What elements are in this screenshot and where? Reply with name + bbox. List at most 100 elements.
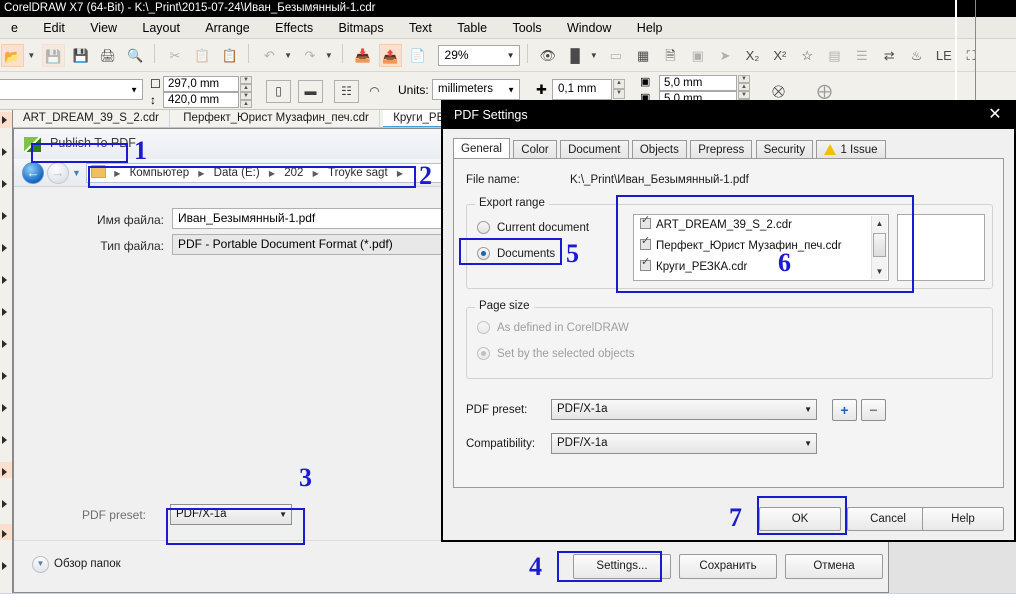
crop-icon[interactable]: ⛶ [960,44,983,67]
save-button[interactable]: Сохранить [679,554,777,579]
portrait-orientation-button[interactable]: ▯ [266,80,291,103]
nudge-spinner[interactable]: ▲ ▼ [613,79,625,99]
spin-down-icon[interactable]: ▼ [738,75,750,83]
duplicate-x-input[interactable]: 5,0 mm [659,75,737,91]
chevron-down-icon[interactable]: ▼ [507,46,515,65]
copy-icon[interactable]: 📋 [191,44,214,67]
document-tab-perfekt[interactable]: Перфект_Юрист Музафин_печ.cdr [173,110,380,127]
polygon-tool-icon[interactable] [2,372,7,380]
star-icon[interactable]: ☆ [796,44,819,67]
spin-up-icon[interactable]: ▲ [240,100,252,108]
add-preset-button[interactable]: + [832,399,857,421]
swap-icon[interactable]: ⇄ [878,44,901,67]
page-width-spinner[interactable]: ▼ ▲ [240,76,252,92]
print-icon[interactable]: 🖨 [96,44,119,67]
smart-fill-tool-icon[interactable] [2,276,7,284]
all-pages-button[interactable]: ☷ [334,80,359,103]
list-item[interactable]: Перфект_Юрист Музафин_печ.cdr [634,236,888,257]
blend-tool-icon[interactable] [2,468,7,476]
menu-item-window[interactable]: Window [556,17,622,38]
palette-dropdown-icon[interactable]: ▼ [590,44,600,67]
menu-item-tools[interactable]: Tools [501,17,552,38]
radio-as-defined-in-coreldraw[interactable] [477,321,490,334]
spin-up-icon[interactable]: ▲ [613,79,625,89]
export-icon[interactable]: 📤 [378,44,402,67]
subscript-icon[interactable]: X₂ [741,44,764,67]
chevron-down-icon[interactable]: ▼ [130,85,138,94]
help-button[interactable]: Help [922,507,1004,531]
compatibility-combo[interactable]: PDF/X-1a ▼ [551,433,817,454]
menu-item-table[interactable]: Table [446,17,498,38]
page-height-spinner[interactable]: ▼ ▲ [240,92,252,108]
nudge-input[interactable]: 0,1 mm [552,79,612,100]
pdf-preset-combo-publish[interactable]: PDF/X-1a ▼ [170,504,292,525]
publish-to-pdf-icon[interactable]: 📄 [406,44,429,67]
superscript-icon[interactable]: X² [768,44,791,67]
forward-icon[interactable]: → [47,162,69,184]
spin-down-icon[interactable]: ▼ [738,91,750,99]
radio-current-document[interactable] [477,221,490,234]
pdf-cancel-button[interactable]: Cancel [847,507,929,531]
parallel-dimension-tool-icon[interactable] [2,436,7,444]
spin-down-icon[interactable]: ▼ [240,76,252,84]
current-page-button[interactable]: ◠ [362,80,387,103]
redo-dropdown-icon[interactable]: ▼ [325,44,335,67]
breadcrumb-item-computer[interactable]: Компьютер [127,164,193,182]
page-width-input[interactable]: 297,0 mm [163,76,239,92]
print-preview-icon[interactable]: 🔍 [124,44,147,67]
radio-documents[interactable] [477,247,490,260]
browse-folders-label[interactable]: Обзор папок [54,558,121,570]
import-icon[interactable]: 📥 [352,44,375,67]
zoom-tool-icon[interactable] [2,212,7,220]
undo-icon[interactable]: ↶ [258,44,281,67]
cut-icon[interactable]: ✂ [163,44,186,67]
chevron-down-icon[interactable]: ▼ [804,434,812,453]
menu-item-layout[interactable]: Layout [131,17,191,38]
recent-locations-icon[interactable]: ▼ [72,168,81,178]
breadcrumb-item-data[interactable]: Data (E:) [211,164,263,182]
ok-button[interactable]: OK [759,507,841,531]
connector-icon[interactable]: ♨ [905,44,928,67]
save-icon[interactable]: 💾 [41,44,65,67]
open-icon[interactable]: 📂 [1,44,24,67]
menu-item-file[interactable]: e [0,17,29,38]
spin-up-icon[interactable]: ▲ [738,83,750,91]
documents-list[interactable]: ART_DREAM_39_S_2.cdr Перфект_Юрист Музаф… [633,214,889,281]
breadcrumb-item-202[interactable]: 202 [281,164,306,182]
page-height-input[interactable]: 420,0 mm [163,92,239,108]
units-combo[interactable]: millimeters ▼ [432,79,520,100]
snap-to-icon[interactable]: ▦ [632,44,655,67]
page-preset-combo[interactable]: ▼ [0,79,143,100]
rectangle-tool-icon[interactable] [2,308,7,316]
scroll-down-icon[interactable]: ▼ [872,264,887,279]
save-as-icon[interactable]: 💾 [69,44,92,67]
chevron-down-icon[interactable]: ▼ [279,505,287,524]
spin-down-icon[interactable]: ▼ [240,92,252,100]
menu-item-edit[interactable]: Edit [32,17,76,38]
columns-icon[interactable]: ▤ [823,44,846,67]
document-tab-art-dream[interactable]: ART_DREAM_39_S_2.cdr [13,110,170,127]
open-dropdown-icon[interactable]: ▼ [27,44,37,67]
menu-item-effects[interactable]: Effects [264,17,324,38]
back-icon[interactable]: ← [22,162,44,184]
color-eyedropper-tool-icon[interactable] [2,500,7,508]
checkbox-checked-icon[interactable] [640,257,651,271]
full-screen-preview-icon[interactable]: 👁 [536,44,559,67]
close-icon[interactable]: ✕ [984,105,1006,125]
list-item[interactable]: Круги_РЕЗКА.cdr [634,257,888,278]
duplicate-x-spinner[interactable]: ▼ ▲ [738,75,750,91]
zoom-level-combo[interactable]: 29% ▼ [437,45,520,66]
expand-folders-icon[interactable]: ▼ [32,556,49,573]
menu-item-text[interactable]: Text [398,17,443,38]
menu-item-view[interactable]: View [79,17,128,38]
rows-icon[interactable]: ☰ [850,44,873,67]
shaping-icon[interactable]: ➤ [714,44,737,67]
list-item[interactable]: ART_DREAM_39_S_2.cdr [634,215,888,236]
chevron-down-icon[interactable]: ▼ [507,80,515,99]
ellipse-tool-icon[interactable] [2,340,7,348]
liquid-effect-icon[interactable]: LE [932,44,955,67]
menu-item-bitmaps[interactable]: Bitmaps [327,17,394,38]
pick-tool-icon[interactable] [2,116,7,124]
text-tool-icon[interactable] [2,404,7,412]
publish-cancel-button[interactable]: Отмена [785,554,883,579]
